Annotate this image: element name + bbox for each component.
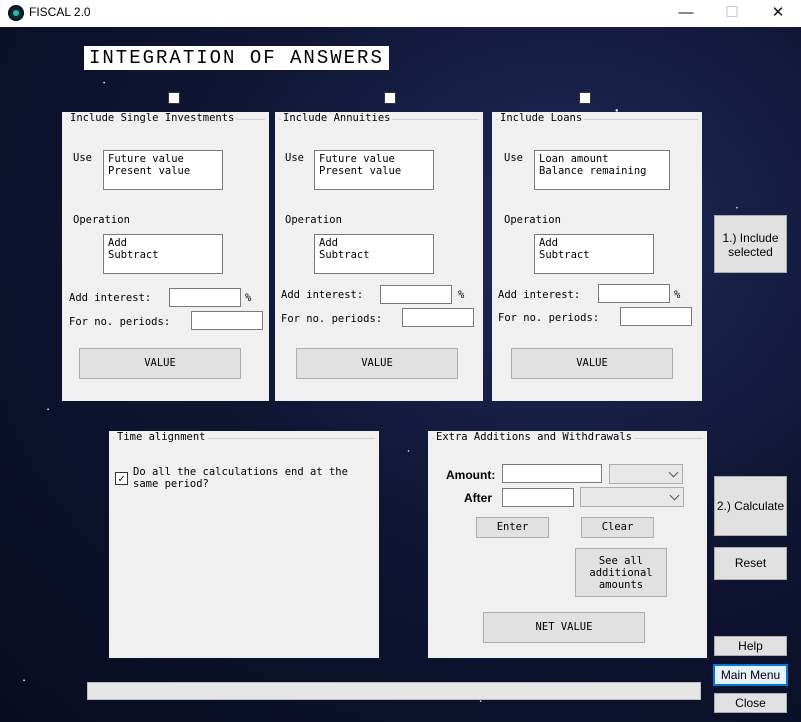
operation-label: Operation <box>285 214 342 226</box>
interest-label: Add interest: <box>281 289 364 301</box>
same-period-checkbox[interactable]: ✓ <box>115 472 128 485</box>
after-label: After <box>464 491 493 505</box>
periods-label: For no. periods: <box>498 312 600 324</box>
interest-input[interactable] <box>169 288 241 307</box>
page-heading: INTEGRATION OF ANSWERS <box>84 46 389 70</box>
include-annuities-checkbox[interactable] <box>384 92 396 104</box>
use-listbox[interactable]: Loan amount Balance remaining <box>534 150 670 190</box>
list-item[interactable]: Add <box>108 237 218 249</box>
list-item[interactable]: Add <box>539 237 649 249</box>
list-item[interactable]: Balance remaining <box>539 165 665 177</box>
amount-label: Amount: <box>446 468 496 482</box>
use-label: Use <box>73 152 92 164</box>
annuities-panel: Include Annuities Use Future value Prese… <box>275 112 483 401</box>
panel-title: Include Annuities <box>281 112 393 124</box>
operation-label: Operation <box>504 214 561 226</box>
periods-input[interactable] <box>620 307 692 326</box>
title-bar: FISCAL 2.0 — ☐ ✕ <box>0 0 801 28</box>
interest-label: Add interest: <box>498 289 581 301</box>
use-listbox[interactable]: Future value Present value <box>103 150 223 190</box>
reset-button[interactable]: Reset <box>714 547 787 580</box>
list-item[interactable]: Subtract <box>319 249 429 261</box>
use-label: Use <box>504 152 523 164</box>
percent-label: % <box>674 289 681 301</box>
time-alignment-panel: Time alignment ✓ Do all the calculations… <box>109 431 379 658</box>
same-period-text: Do all the calculations end at the same … <box>133 466 348 490</box>
chevron-down-icon <box>668 467 679 478</box>
list-item[interactable]: Loan amount <box>539 153 665 165</box>
value-button[interactable]: VALUE <box>511 348 673 379</box>
list-item[interactable]: Future value <box>108 153 218 165</box>
after-period-dropdown[interactable] <box>580 487 684 507</box>
list-item[interactable]: Present value <box>108 165 218 177</box>
use-listbox[interactable]: Future value Present value <box>314 150 434 190</box>
calculate-button[interactable]: 2.) Calculate <box>714 476 787 536</box>
amount-input[interactable] <box>502 464 602 483</box>
value-button[interactable]: VALUE <box>79 348 241 379</box>
minimize-button[interactable]: — <box>663 0 709 26</box>
close-window-button[interactable]: ✕ <box>755 0 801 26</box>
loans-panel: Include Loans Use Loan amount Balance re… <box>492 112 702 401</box>
main-menu-button[interactable]: Main Menu <box>713 664 788 686</box>
list-item[interactable]: Add <box>319 237 429 249</box>
periods-label: For no. periods: <box>281 313 383 325</box>
interest-input[interactable] <box>380 285 452 304</box>
operation-listbox[interactable]: Add Subtract <box>103 234 223 274</box>
percent-label: % <box>458 289 465 301</box>
periods-input[interactable] <box>191 311 263 330</box>
net-value-button[interactable]: NET VALUE <box>483 612 645 643</box>
periods-input[interactable] <box>402 308 474 327</box>
app-icon <box>8 5 24 21</box>
window-title: FISCAL 2.0 <box>29 5 91 19</box>
include-selected-button[interactable]: 1.) Include selected <box>714 215 787 273</box>
use-label: Use <box>285 152 304 164</box>
single-investments-panel: Include Single Investments Use Future va… <box>62 112 269 401</box>
panel-title: Include Loans <box>498 112 585 124</box>
operation-label: Operation <box>73 214 130 226</box>
list-item[interactable]: Subtract <box>539 249 649 261</box>
maximize-button: ☐ <box>725 4 739 21</box>
operation-listbox[interactable]: Add Subtract <box>534 234 654 274</box>
panel-title: Include Single Investments <box>68 112 237 124</box>
after-input[interactable] <box>502 488 574 507</box>
interest-label: Add interest: <box>69 292 152 304</box>
status-bar <box>87 682 701 700</box>
help-button[interactable]: Help <box>714 636 787 656</box>
amount-type-dropdown[interactable] <box>609 464 683 484</box>
close-button[interactable]: Close <box>714 693 787 713</box>
list-item[interactable]: Future value <box>319 153 429 165</box>
list-item[interactable]: Present value <box>319 165 429 177</box>
extra-additions-panel: Extra Additions and Withdrawals Amount: … <box>428 431 707 658</box>
operation-listbox[interactable]: Add Subtract <box>314 234 434 274</box>
clear-button[interactable]: Clear <box>581 517 654 538</box>
list-item[interactable]: Subtract <box>108 249 218 261</box>
interest-input[interactable] <box>598 284 670 303</box>
panel-title: Time alignment <box>115 431 208 443</box>
include-investments-checkbox[interactable] <box>168 92 180 104</box>
chevron-down-icon <box>669 490 680 501</box>
percent-label: % <box>245 292 252 304</box>
periods-label: For no. periods: <box>69 316 171 328</box>
enter-button[interactable]: Enter <box>476 517 549 538</box>
value-button[interactable]: VALUE <box>296 348 458 379</box>
panel-title: Extra Additions and Withdrawals <box>434 431 634 443</box>
see-all-amounts-button[interactable]: See all additional amounts <box>575 548 667 597</box>
include-loans-checkbox[interactable] <box>579 92 591 104</box>
